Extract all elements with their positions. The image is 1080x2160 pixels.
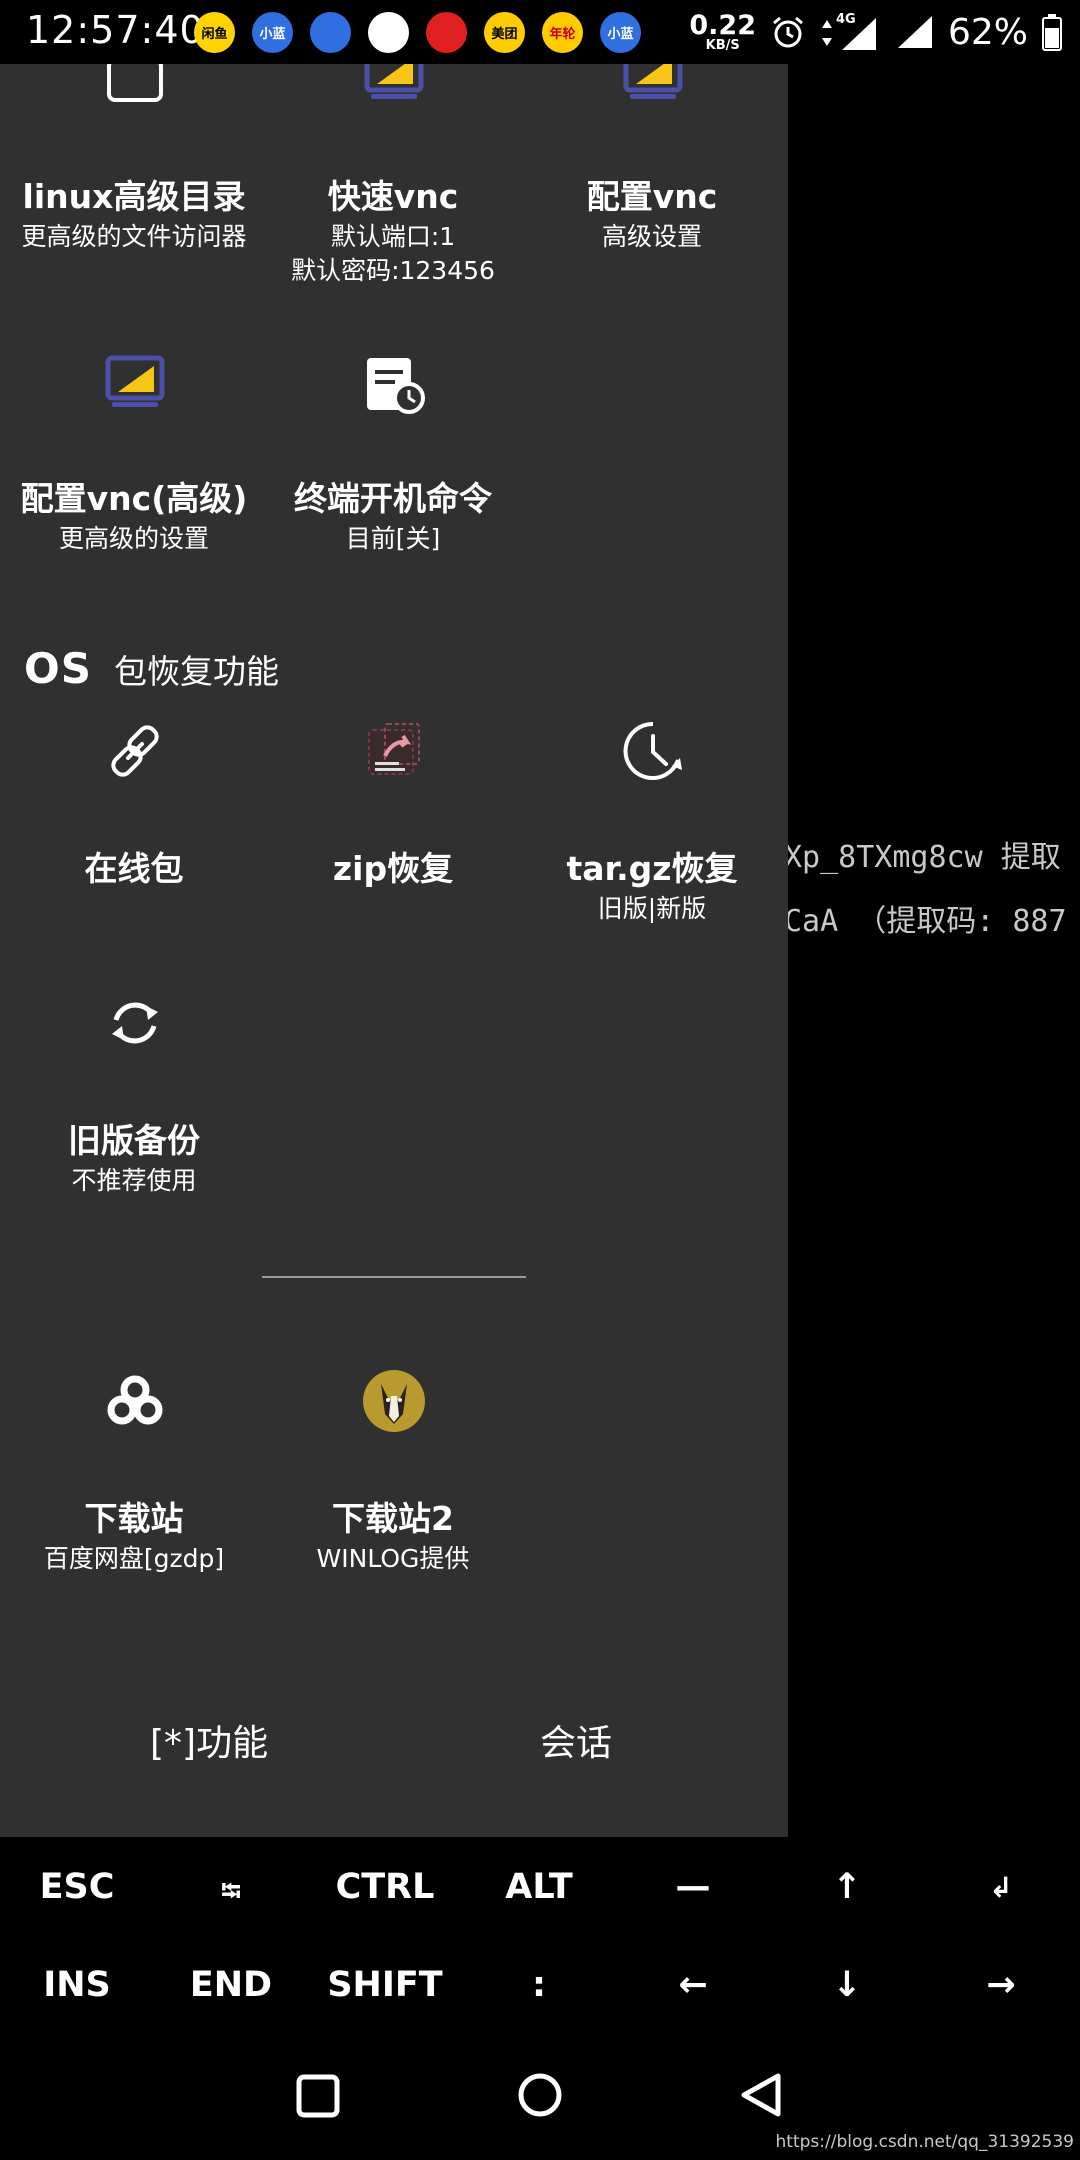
key-alt[interactable]: ALT: [462, 1867, 616, 1907]
mobile-signal-group: 4G: [820, 12, 880, 52]
sessions-button[interactable]: 会话: [540, 1714, 612, 1766]
item-title: zip恢复: [332, 849, 454, 888]
item-title: tar.gz恢复: [566, 849, 738, 888]
system-navigation-bar: https://blog.csdn.net/qq_31392539: [0, 2033, 1080, 2160]
item-title: 下载站: [84, 1499, 184, 1538]
item-subtitle: 高级设置: [601, 222, 702, 251]
dog-avatar-icon: [363, 1370, 425, 1432]
baidu-netdisk-app-icon: [368, 12, 409, 53]
item-title: 旧版备份: [68, 1121, 200, 1160]
package-recovery-section-header: OS 包恢复功能: [24, 644, 279, 693]
monitor-icon: [364, 64, 424, 99]
item-title: 在线包: [84, 849, 184, 888]
monitor-icon: [623, 64, 683, 99]
recents-square-icon[interactable]: [295, 2073, 341, 2119]
item-subtitle: 百度网盘[gzdp]: [43, 1544, 225, 1573]
key-tab[interactable]: ⭾: [154, 1867, 308, 1917]
home-circle-icon[interactable]: [516, 2071, 564, 2119]
folder-icon: [107, 64, 163, 102]
functions-button[interactable]: [*]功能: [150, 1714, 268, 1766]
net-speed-value: 0.22: [689, 10, 756, 41]
status-clock: 12:57:40: [26, 8, 205, 52]
os-logo: OS: [24, 644, 92, 693]
net-speed: 0.22 KB/S: [689, 12, 756, 52]
section-divider: [262, 1276, 526, 1278]
terminal-line-1: Xp_8TXmg8cw 提取: [784, 840, 1061, 875]
battery-icon: [1042, 14, 1062, 51]
xiaolan-app-icon: 小蓝: [252, 12, 293, 53]
item-title: 配置vnc: [586, 177, 718, 216]
back-triangle-icon[interactable]: [738, 2071, 784, 2119]
history-clock-icon: [623, 721, 682, 780]
key-shift[interactable]: SHIFT: [308, 1965, 462, 2005]
item-subtitle: 默认端口:1: [330, 222, 456, 251]
item-subtitle: WINLOG提供: [316, 1544, 470, 1573]
item-title: 下载站2: [332, 1499, 454, 1538]
key-enter[interactable]: ↲: [924, 1867, 1078, 1904]
status-bar: 12:57:40 闲鱼 小蓝 美团 年轮 小蓝 0.22 KB/S 4G 62%: [0, 0, 1080, 64]
signal-icon: [841, 18, 876, 50]
link-icon: [111, 725, 159, 777]
watermark: https://blog.csdn.net/qq_31392539: [775, 2132, 1074, 2152]
navigation-drawer: linux高级目录 更高级的文件访问器 快速vnc 默认端口:1 默认密码:12…: [0, 64, 788, 1837]
terminal-line-2: CaA （提取码: 887: [784, 904, 1067, 939]
key-ins[interactable]: INS: [0, 1965, 154, 2005]
item-subtitle: 不推荐使用: [71, 1166, 197, 1195]
key-up[interactable]: ↑: [770, 1867, 924, 1907]
xianyu-app-icon: 闲鱼: [194, 12, 235, 53]
notification-icons: 闲鱼 小蓝 美团 年轮 小蓝: [194, 12, 641, 53]
item-subtitle: 目前[关]: [345, 524, 441, 553]
monitor-icon: [105, 355, 165, 407]
key-end[interactable]: END: [154, 1965, 308, 2005]
item-title: 终端开机命令: [294, 479, 492, 518]
key-right[interactable]: →: [924, 1965, 1078, 2005]
data-arrows-icon: [821, 20, 832, 46]
item-subtitle: 旧版|新版: [597, 894, 707, 923]
item-subtitle: 更高级的设置: [58, 524, 209, 553]
meituan-app-icon: 美团: [484, 12, 525, 53]
battery-percent: 62%: [947, 11, 1028, 53]
status-right-area: 0.22 KB/S 4G 62%: [689, 6, 1062, 58]
signal-icon-2: [897, 16, 932, 48]
item-title: 快速vnc: [327, 177, 459, 216]
net-speed-unit: KB/S: [705, 38, 740, 53]
key-esc[interactable]: ESC: [0, 1867, 154, 1907]
alarm-icon: [773, 16, 803, 48]
restore-document-icon: [368, 723, 420, 775]
key-colon[interactable]: :: [462, 1965, 616, 2005]
key-dash[interactable]: —: [616, 1867, 770, 1907]
bird-app-icon: [310, 12, 351, 53]
key-down[interactable]: ↓: [770, 1965, 924, 2005]
item-subtitle: 更高级的文件访问器: [21, 222, 247, 251]
promo-app-icon: 年轮: [542, 12, 583, 53]
netease-music-app-icon: [426, 12, 467, 53]
item-subtitle-2: 默认密码:123456: [291, 256, 495, 285]
item-title: 配置vnc(高级): [20, 479, 248, 518]
extra-keys-bar: ESC ⭾ CTRL ALT — ↑ ↲ INS END SHIFT : ← ↓…: [0, 1837, 1080, 2033]
sync-icon: [112, 1002, 158, 1044]
scheduled-document-icon: [367, 358, 425, 414]
xiaolan-app-icon-2: 小蓝: [600, 12, 641, 53]
baidu-cloud-icon: [107, 1375, 163, 1425]
key-ctrl[interactable]: CTRL: [308, 1867, 462, 1907]
key-left[interactable]: ←: [616, 1965, 770, 2005]
section-title: 包恢复功能: [113, 651, 279, 691]
item-title: linux高级目录: [22, 177, 246, 216]
